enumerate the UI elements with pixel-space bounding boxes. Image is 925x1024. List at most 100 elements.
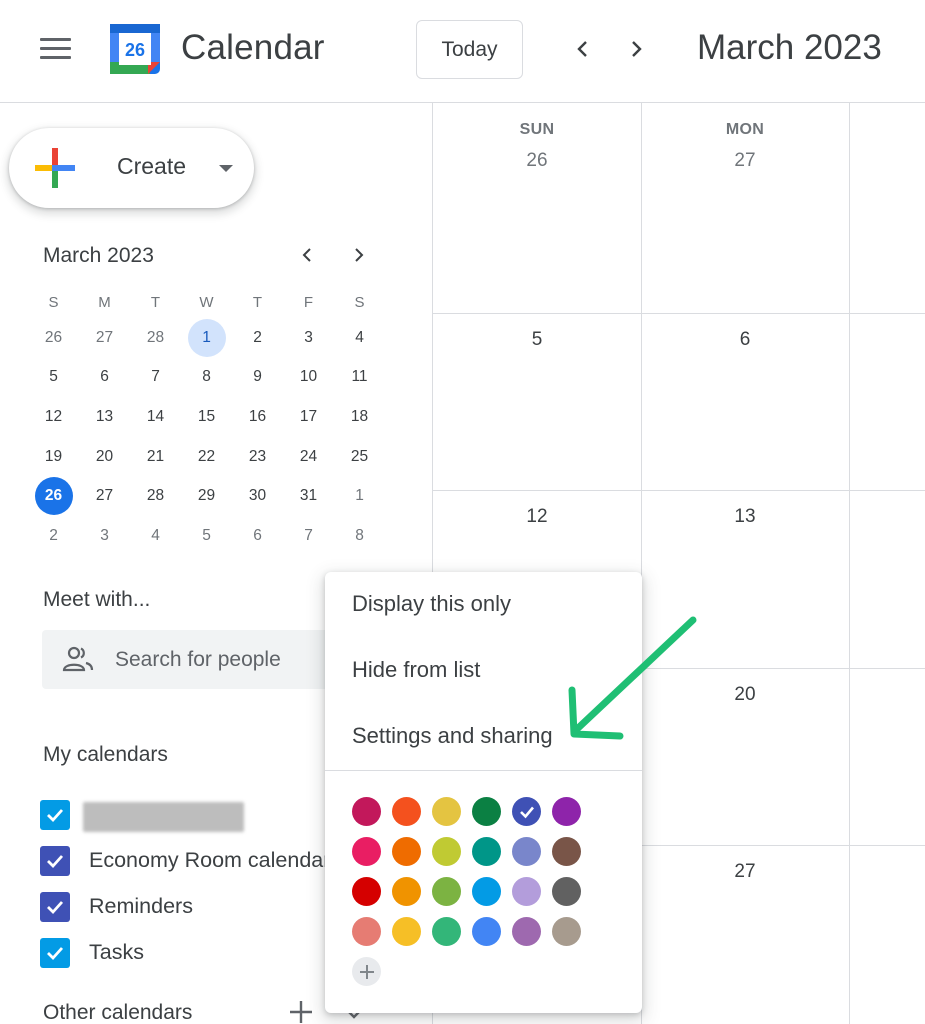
mini-calendar-day[interactable]: 27 xyxy=(79,318,130,358)
month-day-number[interactable]: 13 xyxy=(641,506,849,528)
mini-calendar-day[interactable]: 28 xyxy=(130,318,181,358)
mini-calendar-day[interactable]: 15 xyxy=(181,397,232,437)
color-swatch[interactable] xyxy=(352,917,381,946)
mini-calendar-day[interactable]: 11 xyxy=(334,358,385,398)
color-swatch[interactable] xyxy=(432,877,461,906)
calendar-checkbox[interactable] xyxy=(40,938,70,968)
color-swatch[interactable] xyxy=(472,837,501,866)
color-swatch[interactable] xyxy=(392,837,421,866)
color-swatch[interactable] xyxy=(352,877,381,906)
color-swatch[interactable] xyxy=(472,797,501,826)
mini-calendar-day[interactable]: 19 xyxy=(28,437,79,477)
mini-calendar-day[interactable]: 13 xyxy=(79,397,130,437)
month-day-number[interactable]: 20 xyxy=(641,684,849,706)
main-menu-icon[interactable] xyxy=(40,38,71,62)
color-swatch[interactable] xyxy=(552,877,581,906)
menu-display-this-only[interactable]: Display this only xyxy=(325,574,642,634)
color-swatch[interactable] xyxy=(392,877,421,906)
mini-calendar-day[interactable]: 26 xyxy=(28,318,79,358)
menu-hide-from-list[interactable]: Hide from list xyxy=(325,640,642,700)
mini-calendar-day-number: 30 xyxy=(248,487,267,505)
color-swatch[interactable] xyxy=(432,917,461,946)
color-swatch[interactable] xyxy=(392,917,421,946)
mini-calendar-day[interactable]: 27 xyxy=(79,476,130,516)
mini-calendar-day[interactable]: 12 xyxy=(28,397,79,437)
my-calendar-item[interactable]: Economy Room calendar xyxy=(40,844,330,878)
mini-calendar-day[interactable]: 24 xyxy=(283,437,334,477)
mini-calendar-day[interactable]: 30 xyxy=(232,476,283,516)
my-calendar-item[interactable]: Reminders xyxy=(40,890,330,924)
search-people-field[interactable]: Search for people xyxy=(42,630,342,689)
color-swatch[interactable] xyxy=(432,837,461,866)
mini-calendar-day[interactable]: 3 xyxy=(79,516,130,556)
mini-calendar-day[interactable]: 21 xyxy=(130,437,181,477)
color-swatch[interactable] xyxy=(512,797,541,826)
color-swatch[interactable] xyxy=(352,837,381,866)
mini-calendar-day[interactable]: 10 xyxy=(283,358,334,398)
mini-calendar-day[interactable]: 6 xyxy=(232,516,283,556)
mini-calendar-day[interactable]: 16 xyxy=(232,397,283,437)
mini-calendar-day[interactable]: 8 xyxy=(181,358,232,398)
mini-calendar-day[interactable]: 17 xyxy=(283,397,334,437)
today-button[interactable]: Today xyxy=(416,20,523,79)
next-period-button[interactable] xyxy=(619,32,653,66)
month-day-number[interactable]: 26 xyxy=(433,150,641,172)
calendar-checkbox[interactable] xyxy=(40,892,70,922)
color-swatch[interactable] xyxy=(392,797,421,826)
month-day-number[interactable]: 27 xyxy=(641,861,849,883)
mini-calendar-day[interactable]: 26 xyxy=(28,476,79,516)
mini-calendar-day[interactable]: 1 xyxy=(334,476,385,516)
my-calendar-item[interactable] xyxy=(40,798,330,832)
color-swatch[interactable] xyxy=(512,837,541,866)
mini-calendar-day[interactable]: 4 xyxy=(130,516,181,556)
menu-settings-and-sharing[interactable]: Settings and sharing xyxy=(325,706,642,766)
mini-calendar-next-button[interactable] xyxy=(343,240,373,270)
mini-calendar-day[interactable]: 7 xyxy=(283,516,334,556)
color-swatch[interactable] xyxy=(472,877,501,906)
mini-calendar-day[interactable]: 1 xyxy=(181,318,232,358)
month-day-number[interactable]: 27 xyxy=(641,150,849,172)
mini-calendar-day[interactable]: 29 xyxy=(181,476,232,516)
mini-calendar-day-number: 8 xyxy=(202,368,211,386)
add-other-calendar-icon[interactable] xyxy=(287,998,315,1024)
month-day-number[interactable]: 12 xyxy=(433,506,641,528)
mini-calendar-day[interactable]: 4 xyxy=(334,318,385,358)
mini-calendar-day[interactable]: 5 xyxy=(181,516,232,556)
mini-calendar-previous-button[interactable] xyxy=(293,240,323,270)
mini-calendar-day[interactable]: 22 xyxy=(181,437,232,477)
mini-calendar-day[interactable]: 9 xyxy=(232,358,283,398)
mini-calendar-day[interactable]: 8 xyxy=(334,516,385,556)
mini-calendar-day-number: 20 xyxy=(95,447,114,465)
mini-calendar-day-number: 11 xyxy=(351,368,368,386)
color-swatch[interactable] xyxy=(472,917,501,946)
mini-calendar-day[interactable]: 25 xyxy=(334,437,385,477)
mini-calendar-day[interactable]: 28 xyxy=(130,476,181,516)
color-swatch[interactable] xyxy=(352,797,381,826)
color-swatch[interactable] xyxy=(552,837,581,866)
calendar-checkbox[interactable] xyxy=(40,846,70,876)
mini-calendar-day[interactable]: 7 xyxy=(130,358,181,398)
mini-calendar-day[interactable]: 2 xyxy=(232,318,283,358)
previous-period-button[interactable] xyxy=(566,32,600,66)
mini-calendar-day[interactable]: 6 xyxy=(79,358,130,398)
create-button[interactable]: Create xyxy=(9,128,254,208)
mini-calendar-day[interactable]: 2 xyxy=(28,516,79,556)
add-custom-color-button[interactable] xyxy=(352,957,381,986)
mini-calendar-day[interactable]: 23 xyxy=(232,437,283,477)
mini-calendar-day[interactable]: 3 xyxy=(283,318,334,358)
color-swatch[interactable] xyxy=(512,917,541,946)
mini-calendar-day[interactable]: 5 xyxy=(28,358,79,398)
color-swatch[interactable] xyxy=(432,797,461,826)
calendar-checkbox[interactable] xyxy=(40,800,70,830)
month-day-number[interactable]: 5 xyxy=(433,329,641,351)
mini-calendar-day[interactable]: 20 xyxy=(79,437,130,477)
mini-calendar-day[interactable]: 31 xyxy=(283,476,334,516)
my-calendar-item[interactable]: Tasks xyxy=(40,936,330,970)
color-swatch[interactable] xyxy=(512,877,541,906)
mini-calendar-day[interactable]: 18 xyxy=(334,397,385,437)
color-swatch[interactable] xyxy=(552,917,581,946)
mini-calendar-day-number: 28 xyxy=(146,328,165,346)
mini-calendar-day[interactable]: 14 xyxy=(130,397,181,437)
month-day-number[interactable]: 6 xyxy=(641,329,849,351)
color-swatch[interactable] xyxy=(552,797,581,826)
